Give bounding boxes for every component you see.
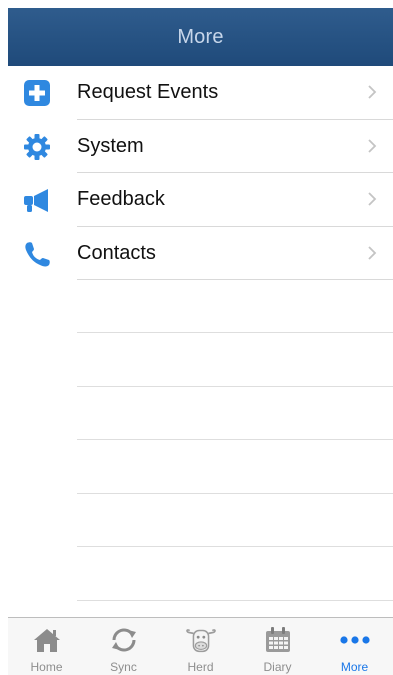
more-dots-icon xyxy=(339,636,370,644)
plus-square-icon xyxy=(24,80,50,106)
calendar-icon xyxy=(265,627,290,652)
empty-row-separator xyxy=(77,493,393,494)
row-separator xyxy=(77,279,393,280)
tab-herd[interactable]: Herd xyxy=(162,618,239,675)
chevron-right-icon xyxy=(368,138,377,153)
phone-icon xyxy=(25,241,50,266)
menu-item-label: Request Events xyxy=(77,81,219,103)
menu-item-system[interactable]: System xyxy=(8,120,393,173)
megaphone-icon xyxy=(24,189,48,212)
tab-bar: Home Sync Herd Diary More xyxy=(8,617,393,675)
chevron-right-icon xyxy=(368,245,377,260)
tab-label: More xyxy=(340,660,369,674)
tab-label: Home xyxy=(30,660,63,674)
sync-icon xyxy=(111,628,136,652)
chevron-right-icon xyxy=(368,85,377,99)
menu-item-label: Contacts xyxy=(77,241,156,264)
tab-diary[interactable]: Diary xyxy=(239,618,316,675)
navigation-bar: More xyxy=(8,8,393,66)
empty-row-separator xyxy=(77,546,393,547)
empty-row-separator xyxy=(77,600,393,601)
empty-row-separator xyxy=(77,439,393,440)
empty-row-separator xyxy=(77,386,393,387)
empty-row-separator xyxy=(77,332,393,333)
tab-sync[interactable]: Sync xyxy=(85,618,162,675)
tab-label: Diary xyxy=(263,660,292,674)
menu-item-request-events[interactable]: Request Events xyxy=(8,66,393,120)
page-title: More xyxy=(177,25,224,48)
gear-icon xyxy=(24,133,50,160)
tab-label: Sync xyxy=(110,660,137,674)
menu-item-label: Feedback xyxy=(77,188,165,210)
tab-label: Herd xyxy=(187,660,214,674)
house-icon xyxy=(33,629,60,652)
menu-item-contacts[interactable]: Contacts xyxy=(8,227,393,280)
menu-item-label: System xyxy=(77,134,144,157)
tab-home[interactable]: Home xyxy=(8,618,85,675)
chevron-right-icon xyxy=(368,192,377,206)
cow-icon xyxy=(185,629,216,653)
app-screen: More Request Events System Feedback Cont… xyxy=(8,8,393,675)
more-menu-list: Request Events System Feedback Contacts xyxy=(8,66,393,280)
tab-more[interactable]: More xyxy=(316,618,393,675)
menu-item-feedback[interactable]: Feedback xyxy=(8,173,393,227)
